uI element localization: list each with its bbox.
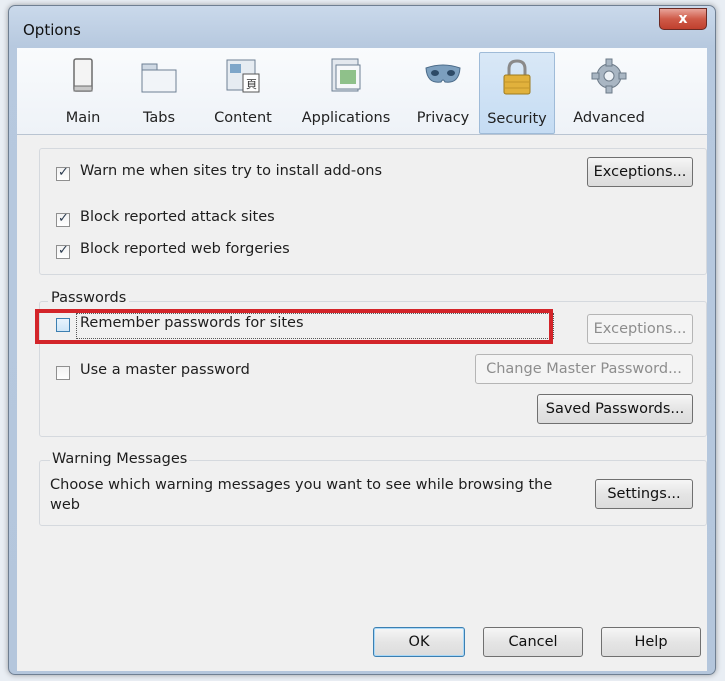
tab-main-label: Main bbox=[65, 110, 101, 126]
gear-icon bbox=[591, 58, 627, 94]
master-password-label[interactable]: Use a master password bbox=[80, 362, 250, 378]
tab-tabs-label: Tabs bbox=[142, 110, 176, 126]
tab-advanced[interactable]: Advanced bbox=[567, 52, 651, 132]
block-attack-sites-label[interactable]: Block reported attack sites bbox=[80, 209, 275, 225]
tab-content[interactable]: 頁 Content bbox=[205, 52, 281, 132]
block-forgeries-label[interactable]: Block reported web forgeries bbox=[80, 241, 290, 257]
svg-text:頁: 頁 bbox=[246, 78, 257, 91]
preferences-toolbar: Main Tabs 頁 Content Applications Privacy… bbox=[17, 48, 707, 135]
tab-main[interactable]: Main bbox=[53, 52, 113, 132]
tabs-icon bbox=[141, 63, 177, 93]
annotation-highlight-box bbox=[35, 309, 553, 344]
addons-exceptions-button[interactable]: Exceptions... bbox=[587, 157, 693, 187]
warning-messages-description: Choose which warning messages you want t… bbox=[50, 477, 553, 513]
warning-settings-button[interactable]: Settings... bbox=[595, 479, 693, 509]
passwords-legend: Passwords bbox=[48, 290, 130, 306]
window-title: Options bbox=[23, 21, 81, 39]
tab-content-label: Content bbox=[214, 110, 272, 126]
change-master-password-button[interactable]: Change Master Password... bbox=[475, 354, 693, 384]
tab-advanced-label: Advanced bbox=[573, 110, 645, 126]
block-attack-sites-checkbox[interactable] bbox=[56, 211, 70, 227]
warn-addons-checkbox[interactable] bbox=[56, 165, 70, 181]
cancel-button[interactable]: Cancel bbox=[483, 627, 583, 657]
tab-applications[interactable]: Applications bbox=[293, 52, 399, 132]
close-button[interactable]: x bbox=[659, 8, 707, 30]
warning-messages-group: Warning Messages Choose which warning me… bbox=[39, 451, 707, 526]
main-window-icon bbox=[73, 58, 93, 92]
privacy-mask-icon bbox=[425, 64, 461, 83]
addons-group: Warn me when sites try to install add-on… bbox=[39, 148, 707, 275]
tab-tabs[interactable]: Tabs bbox=[131, 52, 187, 132]
block-forgeries-checkbox[interactable] bbox=[56, 243, 70, 259]
passwords-exceptions-button[interactable]: Exceptions... bbox=[587, 314, 693, 344]
title-bar[interactable]: Options x bbox=[9, 6, 715, 48]
warn-addons-label[interactable]: Warn me when sites try to install add-on… bbox=[80, 163, 382, 179]
saved-passwords-button[interactable]: Saved Passwords... bbox=[537, 394, 693, 424]
help-button[interactable]: Help bbox=[601, 627, 701, 657]
applications-icon bbox=[331, 58, 361, 92]
tab-privacy[interactable]: Privacy bbox=[411, 52, 475, 132]
tab-privacy-label: Privacy bbox=[416, 110, 470, 126]
tab-security-label: Security bbox=[487, 111, 547, 127]
master-password-checkbox[interactable] bbox=[56, 366, 70, 380]
content-icon: 頁 bbox=[226, 59, 260, 93]
warning-messages-legend: Warning Messages bbox=[50, 451, 190, 467]
tab-applications-label: Applications bbox=[301, 110, 391, 126]
close-icon: x bbox=[678, 11, 688, 27]
tab-security[interactable]: Security bbox=[479, 52, 555, 134]
padlock-icon bbox=[503, 59, 531, 95]
ok-button[interactable]: OK bbox=[373, 627, 465, 657]
security-panel: Warn me when sites try to install add-on… bbox=[17, 135, 707, 671]
